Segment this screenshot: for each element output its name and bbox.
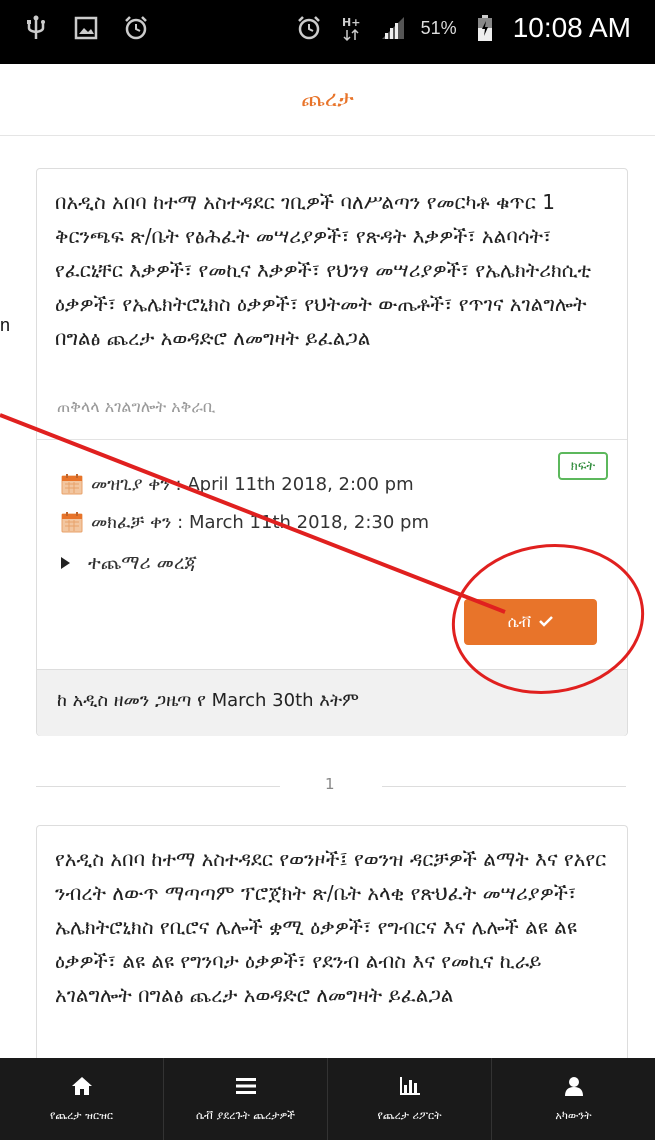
nav-label: ሴቭ ያደረጉት ጨረታዎች [195,1109,295,1122]
page-number[interactable]: 1 [325,775,335,793]
edge-text: n [0,315,11,335]
user-icon [562,1075,586,1097]
more-info-toggle[interactable]: ተጨማሪ መረጃ [61,552,197,574]
usb-icon [22,14,50,42]
battery-percent: 51% [420,17,457,38]
tender-card[interactable]: የአዲስ አበባ ከተማ አስተዳደር የወንዞች፤ የወንዝ ዳርቻዎች ልማ… [36,825,628,1065]
nav-label: የጨረታ ዝርዝር [49,1109,114,1122]
tender-category: ጠቅላላ አገልግሎት አቅራቢ [57,397,216,416]
more-info-label: ተጨማሪ መረጃ [88,552,197,574]
nav-item-account[interactable]: አካውንት [492,1058,655,1140]
opening-date: መክፈቻ ቀን : March 11th 2018, 2:30 pm [91,511,430,533]
status-bar: H+ 51% 10:08 AM [0,0,655,64]
tender-description: የአዲስ አበባ ከተማ አስተዳደር የወንዞች፤ የወንዝ ዳርቻዎች ልማ… [55,847,607,1007]
card-footer: ከ አዲስ ዘመን ጋዜጣ የ March 30th እትም [37,669,627,736]
list-icon [234,1075,258,1097]
closing-date-row: መዝጊያ ቀን : April 11th 2018, 2:00 pm [61,473,414,495]
tender-description: በአዲስ አበባ ከተማ አስተዳደር ገቢዎች ባለሥልጣን የመርካቶ ቁጥ… [55,190,592,350]
calendar-icon [61,473,83,495]
save-button[interactable]: ሴቭ [464,599,597,645]
signal-bars-icon [379,14,407,42]
calendar-icon [61,511,83,533]
nav-item-saved-tenders[interactable]: ሴቭ ያደረጉት ጨረታዎች [164,1058,328,1140]
pagination: 1 [36,755,628,793]
bar-chart-icon [398,1075,422,1097]
pager-line-left [36,786,280,787]
alarm-icon [122,14,150,42]
home-icon [70,1075,94,1097]
caret-right-icon [61,557,70,569]
app-header: ጨረታ [0,64,655,136]
svg-text:H+: H+ [342,16,360,29]
pager-line-right [382,786,626,787]
opening-date-row: መክፈቻ ቀን : March 11th 2018, 2:30 pm [61,511,429,533]
check-icon [539,613,554,631]
tender-source: ከ አዲስ ዘመን ጋዜጣ የ March 30th እትም [57,690,359,711]
battery-icon [471,14,499,42]
save-label: ሴቭ [507,613,532,631]
nav-item-tender-list[interactable]: የጨረታ ዝርዝር [0,1058,164,1140]
closing-date: መዝጊያ ቀን : April 11th 2018, 2:00 pm [91,473,414,495]
bottom-nav: የጨረታ ዝርዝር ሴቭ ያደረጉት ጨረታዎች የጨረታ ሪፖርት አካውንት [0,1058,655,1140]
nav-item-tender-report[interactable]: የጨረታ ሪፖርት [328,1058,492,1140]
nav-label: የጨረታ ሪፖርት [377,1109,442,1122]
image-icon [72,14,100,42]
status-badge: ክፍት [558,452,608,480]
page-title: ጨረታ [301,87,354,112]
clock: 10:08 AM [512,12,631,43]
tender-card[interactable]: በአዲስ አበባ ከተማ አስተዳደር ገቢዎች ባለሥልጣን የመርካቶ ቁጥ… [36,168,628,736]
alarm-icon [295,14,323,42]
nav-label: አካውንት [555,1109,592,1122]
divider [37,439,627,440]
hplus-signal-icon: H+ [337,14,365,42]
